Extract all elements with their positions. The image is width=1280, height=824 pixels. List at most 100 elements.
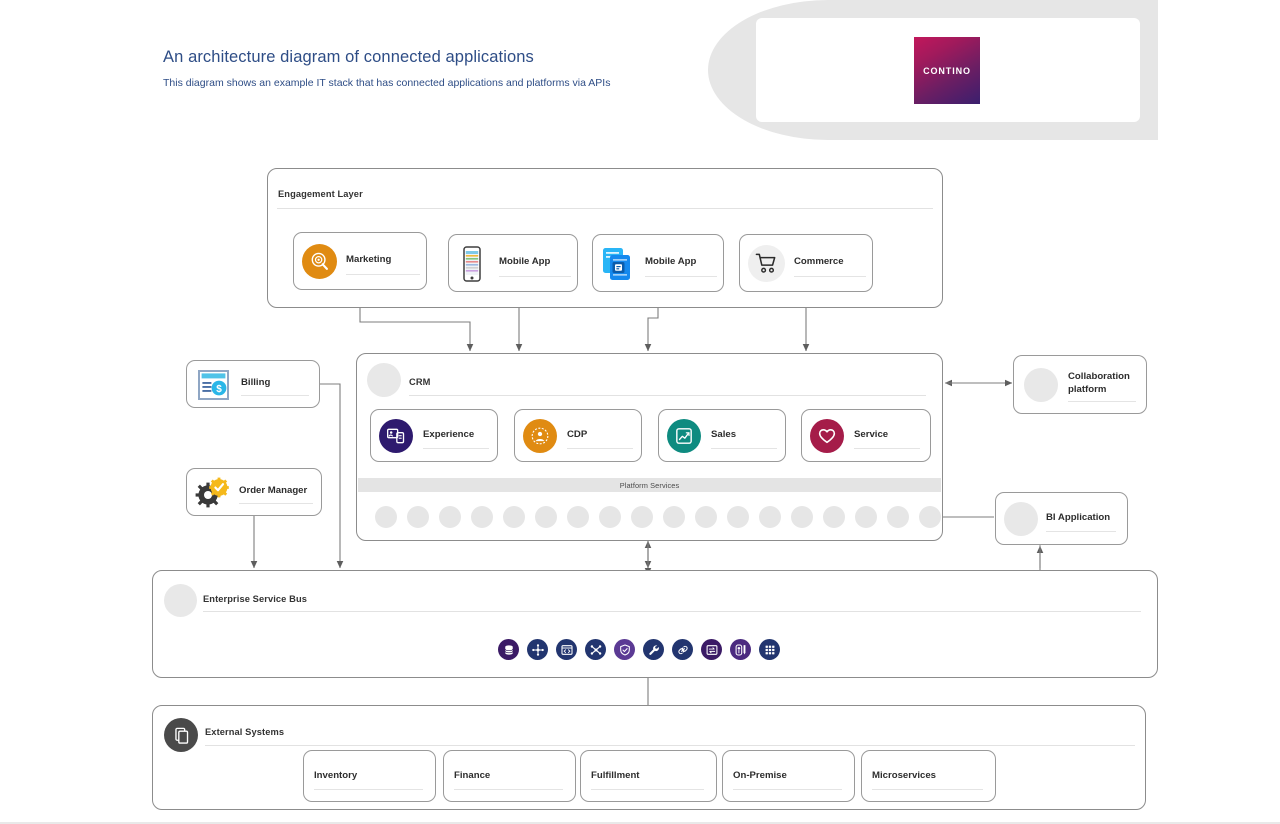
card-service[interactable]: Service bbox=[801, 409, 931, 462]
platform-service-dot[interactable] bbox=[759, 506, 781, 528]
external-card-label: Fulfillment bbox=[591, 770, 640, 781]
node-order-manager[interactable]: Order Manager bbox=[186, 468, 322, 516]
platform-service-dot[interactable] bbox=[535, 506, 557, 528]
node-billing-rule bbox=[241, 395, 309, 396]
card-cdp-label: CDP bbox=[567, 429, 588, 440]
external-card-rule bbox=[591, 789, 704, 790]
platform-service-dot[interactable] bbox=[919, 506, 941, 528]
service-bus-title: Enterprise Service Bus bbox=[203, 594, 307, 604]
engagement-layer-divider bbox=[277, 208, 933, 209]
node-order-manager-label: Order Manager bbox=[239, 485, 308, 496]
card-sales-rule bbox=[711, 448, 777, 449]
node-billing[interactable]: $ Billing bbox=[186, 360, 320, 408]
platform-service-dot[interactable] bbox=[375, 506, 397, 528]
card-mobile-app-docs-label: Mobile App bbox=[645, 256, 697, 267]
grey-circle-icon bbox=[1024, 368, 1058, 402]
transfer-window-icon[interactable] bbox=[701, 639, 722, 660]
node-order-manager-rule bbox=[239, 503, 313, 504]
invoice-dollar-icon: $ bbox=[195, 367, 233, 403]
connector-tool-icon[interactable] bbox=[585, 639, 606, 660]
card-mobile-app-docs[interactable]: Mobile App bbox=[592, 234, 724, 292]
platform-service-dot[interactable] bbox=[599, 506, 621, 528]
external-card-on-premise[interactable]: On-Premise bbox=[722, 750, 855, 802]
grid-apps-icon[interactable] bbox=[759, 639, 780, 660]
external-systems-divider bbox=[205, 745, 1135, 746]
engagement-layer-title: Engagement Layer bbox=[278, 189, 363, 199]
external-card-rule bbox=[733, 789, 842, 790]
card-marketing[interactable]: Marketing bbox=[293, 232, 427, 290]
node-billing-label: Billing bbox=[241, 377, 271, 388]
database-icon[interactable] bbox=[498, 639, 519, 660]
platform-service-dot[interactable] bbox=[855, 506, 877, 528]
card-service-rule bbox=[854, 448, 920, 449]
node-bi-application[interactable]: BI Application bbox=[995, 492, 1128, 545]
contino-logo: CONTINO bbox=[914, 37, 980, 104]
platform-service-dot[interactable] bbox=[887, 506, 909, 528]
platform-services-bar: Platform Services bbox=[358, 478, 941, 492]
mobile-phone-icon bbox=[459, 244, 485, 284]
platform-service-dot[interactable] bbox=[823, 506, 845, 528]
shopping-cart-icon bbox=[748, 245, 785, 282]
node-bi-application-rule bbox=[1046, 531, 1116, 532]
platform-service-dot[interactable] bbox=[407, 506, 429, 528]
marketing-target-icon bbox=[302, 244, 337, 279]
collab-line-1: Collaboration bbox=[1068, 371, 1130, 382]
code-window-icon[interactable] bbox=[556, 639, 577, 660]
link-chain-icon[interactable] bbox=[672, 639, 693, 660]
sales-chart-icon bbox=[667, 419, 701, 453]
card-mobile-app-docs-rule bbox=[645, 276, 717, 277]
external-card-inventory[interactable]: Inventory bbox=[303, 750, 436, 802]
external-card-label: Microservices bbox=[872, 770, 936, 781]
card-commerce-rule bbox=[794, 276, 866, 277]
external-card-label: Finance bbox=[454, 770, 491, 781]
crm-avatar-icon bbox=[367, 363, 401, 397]
node-collaboration-platform[interactable]: Collaboration platform bbox=[1013, 355, 1147, 414]
node-collaboration-platform-label: Collaboration platform bbox=[1068, 370, 1130, 396]
collab-line-2: platform bbox=[1068, 384, 1107, 395]
platform-service-dot[interactable] bbox=[471, 506, 493, 528]
blue-documents-icon bbox=[599, 243, 641, 285]
card-sales-label: Sales bbox=[711, 429, 737, 440]
card-commerce[interactable]: Commerce bbox=[739, 234, 873, 292]
gears-check-icon bbox=[193, 474, 233, 512]
cdp-person-icon bbox=[523, 419, 557, 453]
platform-service-dot[interactable] bbox=[727, 506, 749, 528]
external-card-rule bbox=[314, 789, 423, 790]
card-sales[interactable]: Sales bbox=[658, 409, 786, 462]
card-commerce-label: Commerce bbox=[794, 256, 844, 267]
service-bus-avatar-icon bbox=[164, 584, 197, 617]
page-title: An architecture diagram of connected app… bbox=[163, 48, 534, 66]
platform-service-dot[interactable] bbox=[663, 506, 685, 528]
network-hub-icon[interactable] bbox=[527, 639, 548, 660]
stacked-files-icon bbox=[164, 718, 198, 752]
platform-service-dot[interactable] bbox=[439, 506, 461, 528]
platform-service-dot[interactable] bbox=[503, 506, 525, 528]
node-bi-application-label: BI Application bbox=[1046, 512, 1111, 523]
platform-service-dot[interactable] bbox=[567, 506, 589, 528]
card-service-label: Service bbox=[854, 429, 889, 440]
platform-service-dot[interactable] bbox=[695, 506, 717, 528]
service-bus-group: Enterprise Service Bus bbox=[152, 570, 1158, 678]
service-heart-icon bbox=[810, 419, 844, 453]
external-systems-title: External Systems bbox=[205, 727, 285, 737]
card-mobile-app-phone[interactable]: Mobile App bbox=[448, 234, 578, 292]
card-mobile-app-phone-label: Mobile App bbox=[499, 256, 551, 267]
card-experience[interactable]: Experience bbox=[370, 409, 498, 462]
external-card-rule bbox=[872, 789, 983, 790]
platform-service-dot[interactable] bbox=[791, 506, 813, 528]
device-pen-icon[interactable] bbox=[730, 639, 751, 660]
wrench-icon[interactable] bbox=[643, 639, 664, 660]
shield-check-icon[interactable] bbox=[614, 639, 635, 660]
card-marketing-rule bbox=[346, 274, 420, 275]
card-experience-rule bbox=[423, 448, 489, 449]
card-cdp[interactable]: CDP bbox=[514, 409, 642, 462]
external-card-rule bbox=[454, 789, 563, 790]
external-card-label: Inventory bbox=[314, 770, 358, 781]
crm-title: CRM bbox=[409, 377, 431, 387]
external-card-fulfillment[interactable]: Fulfillment bbox=[580, 750, 717, 802]
external-card-microservices[interactable]: Microservices bbox=[861, 750, 996, 802]
card-marketing-label: Marketing bbox=[346, 254, 392, 265]
platform-service-dot[interactable] bbox=[631, 506, 653, 528]
external-card-finance[interactable]: Finance bbox=[443, 750, 576, 802]
grey-circle-icon bbox=[1004, 502, 1038, 536]
